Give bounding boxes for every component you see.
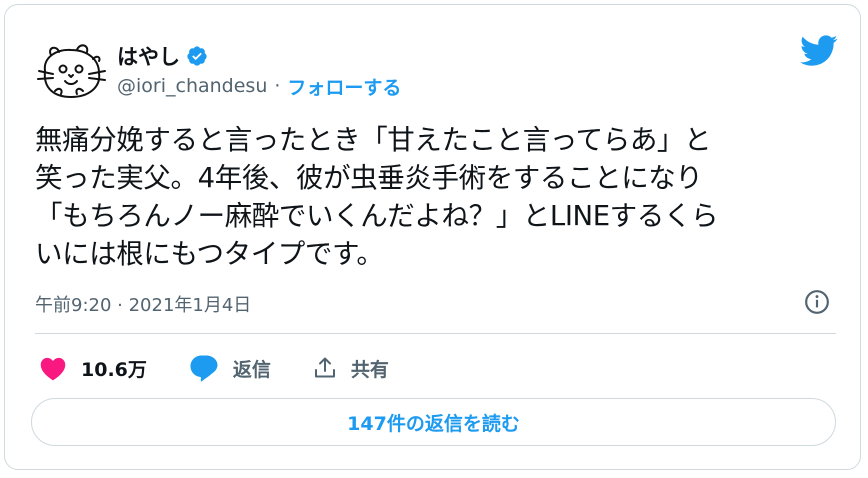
share-button[interactable]: 共有 [313,355,389,382]
tweet-card: はやし @iori_chandesu · フォローする 無痛分娩すると言ったとき… [4,4,861,470]
like-count: 10.6万 [81,358,147,381]
follow-button[interactable]: フォローする [287,73,401,100]
reply-label: 返信 [232,358,271,381]
author-display-name[interactable]: はやし [117,41,180,71]
handle-separator: · [274,75,281,97]
like-button[interactable]: 10.6万 [39,355,147,382]
author-handle[interactable]: @iori_chandesu [117,75,267,97]
verified-badge-icon [187,46,207,66]
tweet-text: 無痛分娩すると言ったとき「甘えたこと言ってらあ」と 笑った実父。4年後、彼が虫垂… [35,124,719,270]
author-handle-row: @iori_chandesu · フォローする [117,73,401,99]
tweet-timestamp[interactable]: 午前9:20 · 2021年1月4日 [35,291,251,317]
avatar[interactable] [35,41,109,103]
share-icon [314,357,335,378]
reply-button[interactable]: 返信 [189,354,271,382]
reply-bubble-icon [190,355,218,382]
author-name-row[interactable]: はやし [117,41,208,71]
share-label: 共有 [350,358,389,381]
twitter-bird-icon[interactable] [800,35,838,67]
tweet-actions: 10.6万 返信 共有 [39,351,431,385]
heart-icon [40,357,66,381]
read-replies-label: 147件の返信を読む [347,412,520,435]
info-icon[interactable] [804,289,830,315]
divider [35,333,836,334]
read-replies-button[interactable]: 147件の返信を読む [31,398,836,446]
